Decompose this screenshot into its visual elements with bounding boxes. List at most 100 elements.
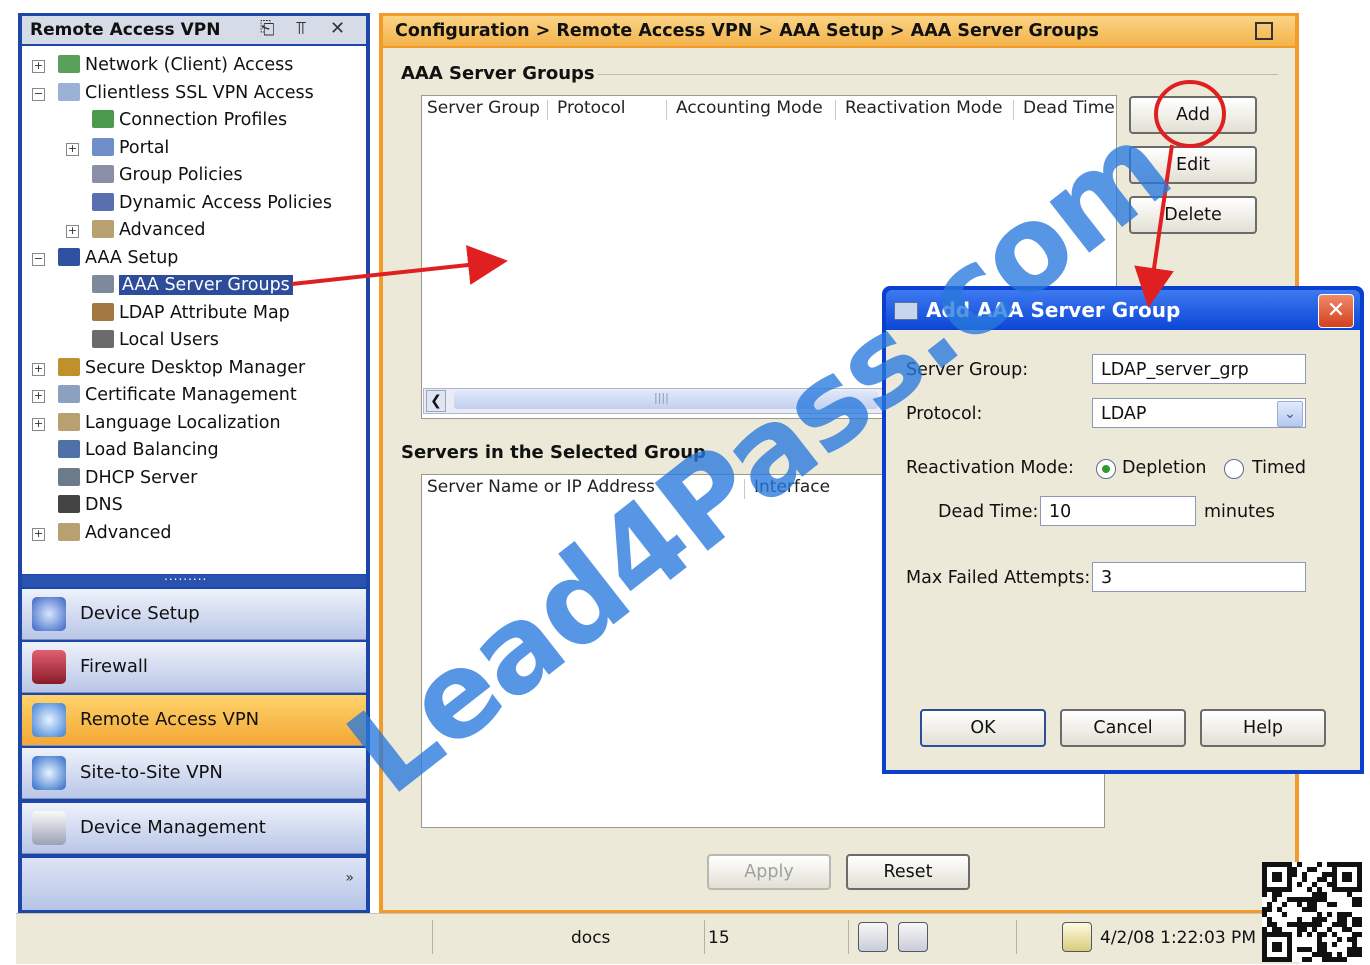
qr-module	[1357, 872, 1362, 877]
qr-module	[1302, 877, 1307, 882]
qr-module	[1352, 942, 1357, 947]
qr-module	[1357, 887, 1362, 892]
qr-module	[1277, 947, 1282, 952]
qr-module	[1332, 877, 1337, 882]
qr-module	[1267, 887, 1272, 892]
qr-module	[1332, 867, 1337, 872]
qr-module	[1312, 927, 1317, 932]
qr-module	[1357, 862, 1362, 867]
qr-module	[1267, 917, 1272, 922]
qr-module	[1337, 952, 1342, 957]
qr-module	[1292, 922, 1297, 927]
qr-module	[1262, 957, 1267, 962]
qr-module	[1337, 937, 1342, 942]
qr-module	[1352, 952, 1357, 957]
qr-module	[1322, 897, 1327, 902]
qr-module	[1347, 912, 1352, 917]
qr-module	[1327, 957, 1332, 962]
qr-module	[1297, 922, 1302, 927]
qr-module	[1347, 952, 1352, 957]
qr-module	[1287, 932, 1292, 937]
qr-module	[1302, 947, 1307, 952]
qr-module	[1262, 887, 1267, 892]
qr-module	[1317, 942, 1322, 947]
qr-module	[1322, 947, 1327, 952]
qr-module	[1272, 922, 1277, 927]
qr-module	[1347, 927, 1352, 932]
qr-module	[1347, 872, 1352, 877]
qr-module	[1282, 887, 1287, 892]
qr-module	[1332, 932, 1337, 937]
qr-module	[1287, 947, 1292, 952]
qr-module	[1332, 882, 1337, 887]
qr-module	[1262, 932, 1267, 937]
qr-module	[1287, 952, 1292, 957]
qr-module	[1347, 937, 1352, 942]
qr-module	[1297, 897, 1302, 902]
qr-module	[1327, 902, 1332, 907]
annotation-circle	[1154, 80, 1226, 148]
qr-module	[1287, 872, 1292, 877]
qr-module	[1327, 872, 1332, 877]
qr-module	[1277, 892, 1282, 897]
qr-module	[1342, 887, 1347, 892]
qr-module	[1337, 917, 1342, 922]
qr-module	[1357, 947, 1362, 952]
qr-module	[1342, 912, 1347, 917]
qr-module	[1312, 917, 1317, 922]
qr-module	[1342, 922, 1347, 927]
qr-module	[1327, 862, 1332, 867]
qr-module	[1322, 917, 1327, 922]
qr-module	[1327, 912, 1332, 917]
qr-module	[1302, 872, 1307, 877]
qr-module	[1262, 877, 1267, 882]
qr-module	[1322, 872, 1327, 877]
qr-module	[1287, 882, 1292, 887]
qr-module	[1352, 917, 1357, 922]
qr-module	[1317, 947, 1322, 952]
qr-module	[1342, 957, 1347, 962]
qr-module	[1272, 927, 1277, 932]
qr-module	[1312, 892, 1317, 897]
qr-module	[1317, 932, 1322, 937]
qr-module	[1287, 937, 1292, 942]
qr-module	[1317, 877, 1322, 882]
qr-module	[1267, 922, 1272, 927]
qr-module	[1277, 872, 1282, 877]
qr-module	[1327, 882, 1332, 887]
qr-module	[1277, 907, 1282, 912]
qr-module	[1322, 932, 1327, 937]
qr-module	[1352, 932, 1357, 937]
qr-module	[1347, 887, 1352, 892]
qr-module	[1312, 902, 1317, 907]
qr-module	[1307, 907, 1312, 912]
qr-module	[1307, 902, 1312, 907]
qr-module	[1277, 887, 1282, 892]
qr-module	[1277, 927, 1282, 932]
qr-module	[1322, 942, 1327, 947]
qr-module	[1357, 882, 1362, 887]
qr-module	[1352, 887, 1357, 892]
qr-module	[1277, 957, 1282, 962]
qr-module	[1337, 957, 1342, 962]
qr-module	[1357, 877, 1362, 882]
qr-module	[1272, 877, 1277, 882]
qr-module	[1297, 927, 1302, 932]
qr-module	[1287, 887, 1292, 892]
qr-module	[1302, 927, 1307, 932]
qr-module	[1352, 862, 1357, 867]
qr-module	[1302, 922, 1307, 927]
qr-module	[1262, 942, 1267, 947]
qr-module	[1347, 862, 1352, 867]
qr-module	[1337, 912, 1342, 917]
qr-module	[1342, 872, 1347, 877]
qr-module	[1317, 922, 1322, 927]
qr-module	[1312, 882, 1317, 887]
qr-module	[1352, 937, 1357, 942]
qr-module	[1342, 927, 1347, 932]
qr-module	[1262, 912, 1267, 917]
qr-module	[1332, 922, 1337, 927]
qr-module	[1277, 932, 1282, 937]
qr-module	[1312, 922, 1317, 927]
qr-module	[1332, 862, 1337, 867]
